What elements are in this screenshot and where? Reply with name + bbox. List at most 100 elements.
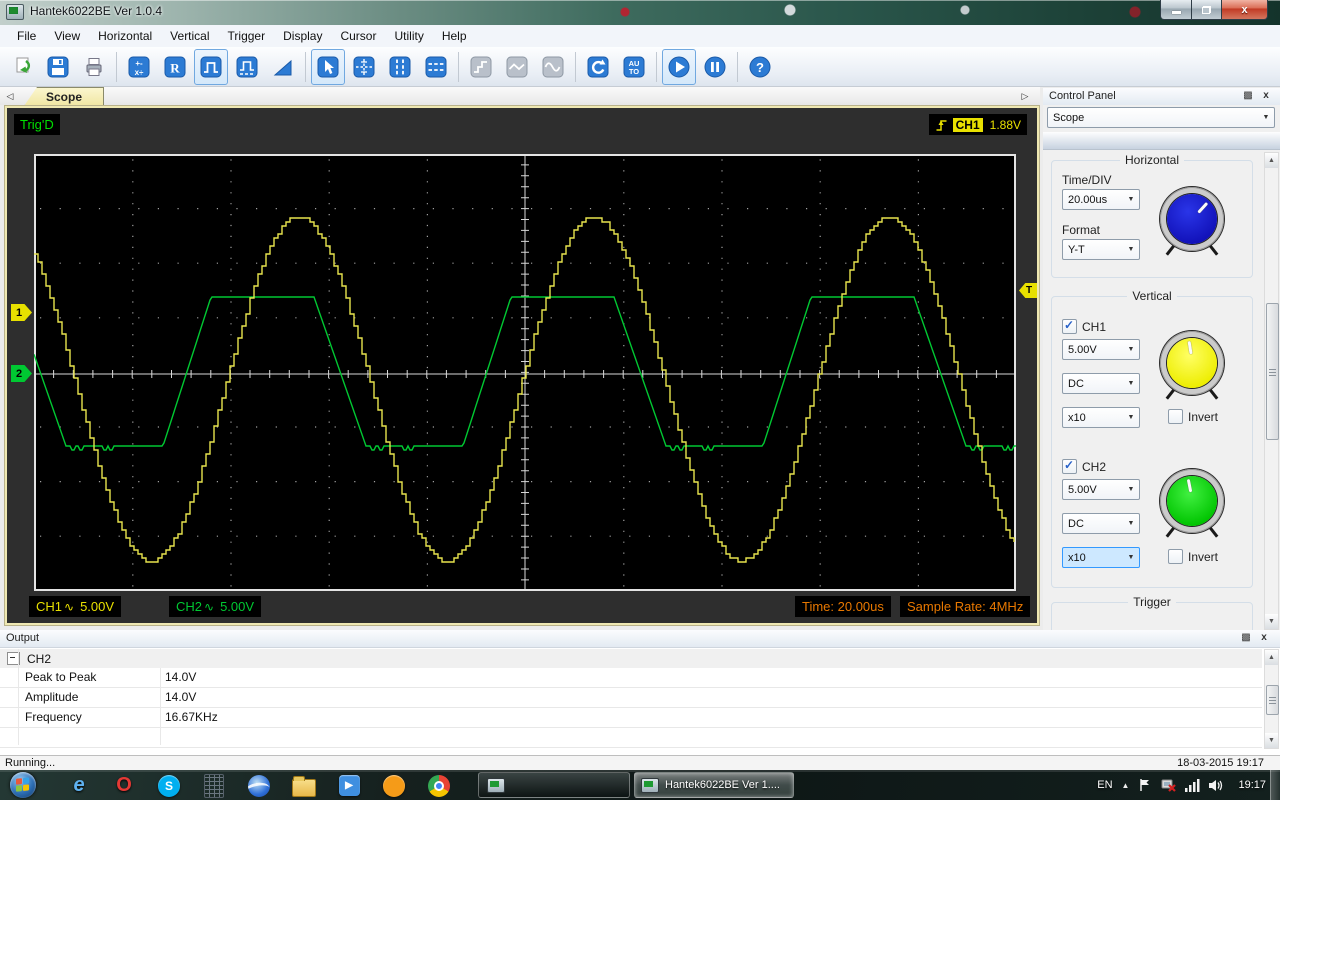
save-button[interactable]	[41, 49, 75, 85]
control-panel-scrollbar[interactable]: ▲ ▼	[1264, 152, 1279, 630]
minimize-button[interactable]	[1160, 0, 1192, 20]
cursor-select-button[interactable]	[311, 48, 345, 85]
ch2-volts-select[interactable]: 5.00V ▼	[1062, 479, 1140, 500]
internet-explorer-icon[interactable]: e	[66, 773, 92, 798]
ch1-invert-checkbox[interactable]: Invert	[1168, 409, 1218, 424]
output-row[interactable]: Amplitude 14.0V	[0, 688, 1262, 708]
ch1-volts-select[interactable]: 5.00V ▼	[1062, 339, 1140, 360]
ch1-coupling-select[interactable]: DC ▼	[1062, 373, 1140, 394]
close-button[interactable]: x	[1221, 0, 1268, 20]
horizontal-position-knob[interactable]	[1160, 187, 1224, 256]
measurement-name: Frequency	[25, 710, 82, 724]
skype-icon[interactable]: S	[156, 773, 182, 798]
menu-item-utility[interactable]: Utility	[385, 27, 432, 45]
gom-player-icon[interactable]	[381, 773, 407, 798]
media-player-icon[interactable]: ▶	[336, 773, 362, 798]
hantek-task-button[interactable]: Hantek6022BE Ver 1....	[634, 772, 794, 798]
rising-edge-icon	[936, 120, 947, 131]
ch2-position-marker[interactable]: 2	[11, 365, 32, 382]
pin-icon[interactable]: ▩	[1240, 632, 1252, 644]
reference-wave-button[interactable]: R	[158, 49, 192, 85]
tab-scroll-right-icon[interactable]: ▷	[1018, 89, 1032, 103]
start-button[interactable]	[662, 48, 696, 85]
digital-filter-button[interactable]	[194, 48, 228, 85]
trigger-group-title: Trigger	[1128, 595, 1176, 609]
format-select[interactable]: Y-T ▼	[1062, 239, 1140, 260]
scroll-up-icon[interactable]: ▲	[1265, 650, 1278, 665]
device-error-icon[interactable]	[1161, 778, 1177, 792]
close-pane-icon[interactable]: x	[1258, 632, 1270, 644]
clock[interactable]: 19:17	[1238, 779, 1266, 791]
sample-rate-chip: Sample Rate: 4MHz	[900, 596, 1031, 617]
refresh-button[interactable]	[581, 49, 615, 85]
scroll-up-icon[interactable]: ▲	[1265, 153, 1278, 168]
caption-buttons: x	[1160, 0, 1268, 20]
waveform-record-button[interactable]	[230, 49, 264, 85]
ch2-probe-select[interactable]: x10 ▼	[1062, 547, 1140, 568]
tab-scroll-left-icon[interactable]: ◁	[3, 89, 17, 103]
background-window-button[interactable]	[478, 772, 630, 798]
output-group-row[interactable]: CH2	[0, 649, 1262, 668]
horizontal-cursor-button[interactable]	[419, 49, 453, 85]
file-explorer-icon[interactable]	[291, 773, 317, 798]
tab-scope[interactable]: Scope	[24, 87, 104, 106]
ch1-probe-select[interactable]: x10 ▼	[1062, 407, 1140, 428]
time-div-select[interactable]: 20.00us ▼	[1062, 189, 1140, 210]
volume-icon[interactable]	[1209, 779, 1225, 792]
pin-icon[interactable]: ▩	[1242, 90, 1254, 102]
ch2-enable-checkbox[interactable]: CH2	[1062, 458, 1106, 474]
help-button[interactable]: ?	[743, 49, 777, 85]
menu-item-view[interactable]: View	[45, 27, 89, 45]
show-desktop-button[interactable]	[1270, 770, 1280, 800]
chevron-down-icon: ▼	[1127, 196, 1135, 203]
cross-cursor-button[interactable]	[347, 49, 381, 85]
timebase-chip: Time: 20.00us	[795, 596, 891, 617]
taskbar: e O S ▶ Hantek6022BE Ver 1.... EN ▲ 19:1…	[0, 770, 1280, 800]
open-file-button[interactable]	[5, 49, 39, 85]
language-indicator[interactable]: EN	[1097, 779, 1112, 791]
menu-item-horizontal[interactable]: Horizontal	[89, 27, 161, 45]
restore-button[interactable]	[1192, 0, 1221, 20]
ch2-invert-checkbox[interactable]: Invert	[1168, 549, 1218, 564]
hidden-icons-arrow-icon[interactable]: ▲	[1122, 781, 1130, 790]
scroll-down-icon[interactable]: ▼	[1265, 733, 1278, 748]
checkbox-unchecked-icon	[1168, 409, 1183, 424]
panel-separator	[1043, 132, 1280, 150]
auto-set-button[interactable]: AU TO	[617, 49, 651, 85]
vertical-cursor-button[interactable]	[383, 49, 417, 85]
trigger-level-marker[interactable]: T	[1019, 283, 1037, 298]
panel-mode-select[interactable]: Scope ▼	[1047, 107, 1275, 128]
math-operation-button[interactable]: +- x÷	[122, 49, 156, 85]
ch1-enable-checkbox[interactable]: CH1	[1062, 318, 1106, 334]
menu-item-cursor[interactable]: Cursor	[331, 27, 385, 45]
format-label: Format	[1062, 223, 1101, 237]
menu-item-vertical[interactable]: Vertical	[161, 27, 218, 45]
ch2-position-knob[interactable]	[1160, 469, 1224, 538]
menu-item-trigger[interactable]: Trigger	[219, 27, 275, 45]
calculator-icon[interactable]	[201, 773, 227, 798]
menu-item-file[interactable]: File	[8, 27, 45, 45]
output-row[interactable]: Peak to Peak 14.0V	[0, 668, 1262, 688]
menu-item-help[interactable]: Help	[433, 27, 476, 45]
chrome-icon[interactable]	[426, 773, 452, 798]
ch1-position-marker[interactable]: 1	[11, 304, 32, 321]
print-button[interactable]	[77, 49, 111, 85]
scrollbar-thumb[interactable]	[1266, 685, 1279, 715]
menu-item-display[interactable]: Display	[274, 27, 331, 45]
ramp-button[interactable]	[266, 49, 300, 85]
action-center-flag-icon[interactable]	[1138, 778, 1152, 792]
scroll-down-icon[interactable]: ▼	[1265, 614, 1278, 629]
network-signal-icon[interactable]	[1185, 778, 1200, 792]
scrollbar-thumb[interactable]	[1266, 303, 1279, 440]
linear-interpolation-icon	[506, 56, 528, 77]
opera-icon[interactable]: O	[111, 773, 137, 798]
output-scrollbar[interactable]: ▲ ▼	[1264, 649, 1279, 749]
ch1-position-knob[interactable]	[1160, 331, 1224, 400]
close-pane-icon[interactable]: x	[1260, 90, 1272, 102]
ch2-coupling-select[interactable]: DC ▼	[1062, 513, 1140, 534]
pause-button[interactable]	[698, 49, 732, 85]
output-row[interactable]: Frequency 16.67KHz	[0, 708, 1262, 728]
google-earth-icon[interactable]	[246, 773, 272, 798]
ch1-volts-value: 5.00V	[1068, 343, 1097, 356]
start-button[interactable]	[10, 772, 36, 798]
